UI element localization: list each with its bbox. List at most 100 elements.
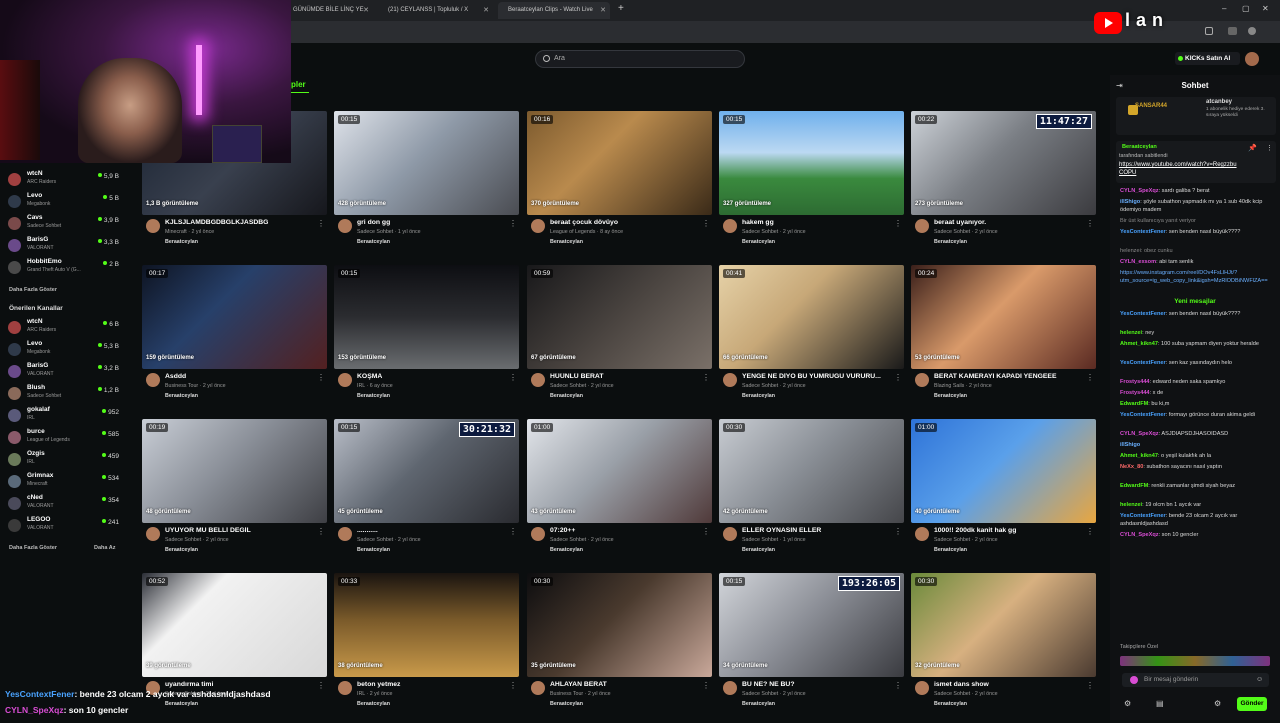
browser-tab-1[interactable]: (21) CEYLANSS | Topluluk / X ✕ [378,2,493,19]
close-icon[interactable]: ✕ [483,2,489,19]
clip-thumbnail[interactable] [142,419,327,523]
sidebar-channel-barisg[interactable]: BarisG VALORANT 3,3 B [6,236,121,258]
maximize-icon[interactable]: ▢ [1242,4,1250,13]
clip-channel[interactable]: Beraatceylan [742,393,775,399]
chat-username[interactable]: EdwardFM [1120,483,1148,489]
close-icon[interactable]: ✕ [363,2,369,19]
clip-card[interactable]: 00:19 48 görüntüleme UYUYOR MU BELLİ DEĞİL… [142,419,327,564]
emote-row[interactable] [1120,656,1270,666]
clip-title[interactable]: ELLER OYNASIN ELLER [742,527,892,534]
clip-title[interactable]: HÜÜNLÜ BERAT [550,373,700,380]
extension-icon[interactable] [1205,27,1213,35]
clip-card[interactable]: 00:15 327 görüntüleme hakem gg Sadece Sohbe… [719,111,904,256]
avatar[interactable] [915,219,929,233]
avatar[interactable] [915,373,929,387]
clip-channel[interactable]: Beraatceylan [742,239,775,245]
clip-thumbnail[interactable] [911,419,1096,523]
gift-icon[interactable]: ▤ [1156,699,1164,708]
avatar[interactable] [531,219,545,233]
user-avatar[interactable] [1245,52,1259,66]
chat-username[interactable]: helenzei [1120,330,1142,336]
sidebar-channel-cned[interactable]: cNed VALORANT 354 [6,494,121,516]
clip-channel[interactable]: Beraatceylan [934,239,967,245]
more-options-icon[interactable]: ⋮ [702,373,710,382]
avatar[interactable] [146,219,160,233]
clip-card[interactable]: 00:15 193:26:05 34 görüntüleme BU NE? NE BU… [719,573,904,718]
clip-thumbnail[interactable] [911,265,1096,369]
chat-username[interactable]: Frostys444 [1120,390,1150,396]
more-options-icon[interactable]: ⋮ [509,219,517,228]
clip-card[interactable]: 00:15 428 görüntüleme gri don gg Sadece Soh… [334,111,519,256]
clip-title[interactable]: YENGE NE DİYO BU YUMRUĞU VURURU... [742,373,892,380]
clip-card[interactable]: 01:00 40 görüntüleme 1000!! 200dk kanit ha… [911,419,1096,564]
clip-card[interactable]: 00:22 11:47:27 273 görüntüleme beraat uyanı… [911,111,1096,256]
minimize-icon[interactable]: – [1222,4,1226,13]
chat-username[interactable]: EdwardFM [1120,401,1148,407]
new-messages-divider[interactable]: Yeni mesajlar [1110,298,1280,305]
clip-title[interactable]: BU NE? NE BU? [742,681,892,688]
more-options-icon[interactable]: ⋮ [317,219,325,228]
chat-username[interactable]: YesContextFener [1120,311,1166,317]
avatar[interactable] [915,681,929,695]
chat-username[interactable]: CYLN_SpeXqz [1120,188,1159,194]
chat-username[interactable]: NeXx_80 [1120,464,1143,470]
clip-thumbnail[interactable] [527,111,712,215]
more-options-icon[interactable]: ⋮ [509,527,517,536]
chat-username[interactable]: Frostys444 [1120,379,1150,385]
avatar[interactable] [723,219,737,233]
avatar[interactable] [338,681,352,695]
more-options-icon[interactable]: ⋮ [1086,527,1094,536]
clip-title[interactable]: UYUYOR MU BELLİ DEĞİL [165,527,315,534]
more-options-icon[interactable]: ⋮ [894,527,902,536]
clip-thumbnail[interactable] [719,111,904,215]
clip-channel[interactable]: Beraatceylan [550,701,583,707]
sidebar-channel-blush[interactable]: Blush Sadece Sohbet 1,2 B [6,384,121,406]
clip-channel[interactable]: Beraatceylan [934,701,967,707]
more-options-icon[interactable]: ⋮ [317,373,325,382]
send-button[interactable]: Gönder [1237,697,1267,711]
clip-channel[interactable]: Beraatceylan [357,239,390,245]
clip-channel[interactable]: Beraatceylan [934,547,967,553]
chat-username[interactable]: YesContextFener [1120,360,1166,366]
chat-username[interactable]: YesContextFener [1120,513,1166,519]
chat-username[interactable]: YesContextFener [1120,412,1166,418]
clip-thumbnail[interactable] [911,573,1096,677]
avatar[interactable] [338,373,352,387]
sidebar-channel-levo[interactable]: Levo Megabonk 5,3 B [6,340,121,362]
clip-card[interactable]: 00:41 66 görüntüleme YENGE NE DİYO BU YUMR… [719,265,904,410]
avatar[interactable] [531,681,545,695]
pin-icon[interactable]: 📌 [1248,144,1257,152]
clip-title[interactable]: beraat çocuk dövüyo [550,219,700,226]
more-icon[interactable]: ⋮ [1266,144,1273,152]
sidebar-channel-wtcn[interactable]: wtcN ARC Raiders 6 B [6,318,121,340]
clip-card[interactable]: 00:16 370 görüntüleme beraat çocuk dövüyo L… [527,111,712,256]
clip-thumbnail[interactable] [142,265,327,369]
emoji-icon[interactable]: ☺ [1256,676,1263,683]
chat-username[interactable]: illShigo [1120,442,1140,448]
clip-title[interactable]: KJLSJLAMDBGDBGLKJASDBG [165,219,315,226]
more-options-icon[interactable]: ⋮ [702,219,710,228]
show-more-link[interactable]: Daha Fazla Göster [9,545,57,551]
clip-channel[interactable]: Beraatceylan [165,393,198,399]
clip-channel[interactable]: Beraatceylan [550,239,583,245]
clip-title[interactable]: ........... [357,527,507,534]
clip-title[interactable]: beton yetmez [357,681,507,688]
clip-title[interactable]: AHLAYAN BERAT [550,681,700,688]
clip-thumbnail[interactable] [719,419,904,523]
avatar[interactable] [531,373,545,387]
clip-thumbnail[interactable] [334,265,519,369]
clip-thumbnail[interactable] [719,265,904,369]
avatar[interactable] [531,527,545,541]
clip-channel[interactable]: Beraatceylan [742,701,775,707]
clip-channel[interactable]: Beraatceylan [357,547,390,553]
clip-card[interactable]: 00:15 153 görüntüleme KOŞMA IRL · 6 ay önce… [334,265,519,410]
avatar[interactable] [1248,27,1256,35]
gear-icon[interactable]: ⚙ [1214,699,1221,708]
avatar[interactable] [146,527,160,541]
sidebar-channel-cavs[interactable]: Cavs Sadece Sohbet 3,9 B [6,214,121,236]
chat-username[interactable]: helenzei [1120,502,1142,508]
avatar[interactable] [723,681,737,695]
clip-card[interactable]: 00:15 30:21:32 45 görüntüleme........... Sa… [334,419,519,564]
clip-card[interactable]: 00:30 35 görüntüleme AHLAYAN BERAT Business… [527,573,712,718]
clip-channel[interactable]: Beraatceylan [550,393,583,399]
